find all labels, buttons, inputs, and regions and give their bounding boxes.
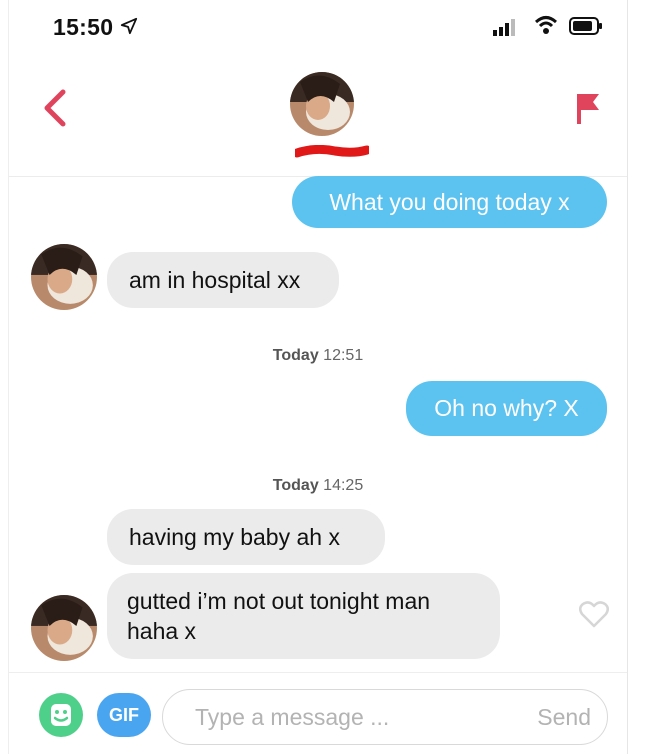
flag-icon[interactable] [573,90,603,126]
sticker-button[interactable] [39,693,83,737]
gif-button[interactable]: GIF [97,693,151,737]
message-timestamp: Today 12:51 [9,347,627,365]
timestamp-time: 12:51 [323,347,364,364]
contact-avatar[interactable] [31,244,97,310]
message-bubble-outgoing[interactable]: What you doing today x [292,176,607,228]
message-bubble-outgoing[interactable]: Oh no why? X [406,381,607,436]
message-bubble-incoming[interactable]: having my baby ah x [107,509,385,565]
chevron-left-icon[interactable] [39,88,71,128]
battery-icon [569,17,602,35]
timestamp-time: 14:25 [323,477,364,494]
signal-icon [493,19,515,36]
message-input[interactable]: Type a message ... Send [162,689,608,745]
chat-header [9,56,627,177]
redaction-mark [295,145,369,158]
status-bar: 15:50 [9,0,627,56]
message-bubble-incoming[interactable]: am in hospital xx [107,252,339,308]
message-input-placeholder: Type a message ... [195,704,390,730]
avatar-image [31,595,97,661]
timestamp-day: Today [272,347,319,364]
message-bubble-incoming[interactable]: gutted i’m not out tonight man haha x [107,573,500,659]
location-arrow-icon [120,17,138,35]
status-time: 15:50 [53,14,114,40]
chat-screen: 15:50 What you doing today x am in hospi… [8,0,628,754]
message-timestamp: Today 14:25 [9,477,627,495]
sticker-icon [51,704,71,726]
avatar-image [31,244,97,310]
heart-icon[interactable] [579,600,609,628]
send-button[interactable]: Send [537,704,591,731]
wifi-icon [534,16,558,34]
message-composer: GIF Type a message ... Send [9,672,627,754]
contact-avatar[interactable] [290,72,354,136]
timestamp-day: Today [272,477,319,494]
avatar-image [290,72,354,136]
contact-avatar[interactable] [31,595,97,661]
